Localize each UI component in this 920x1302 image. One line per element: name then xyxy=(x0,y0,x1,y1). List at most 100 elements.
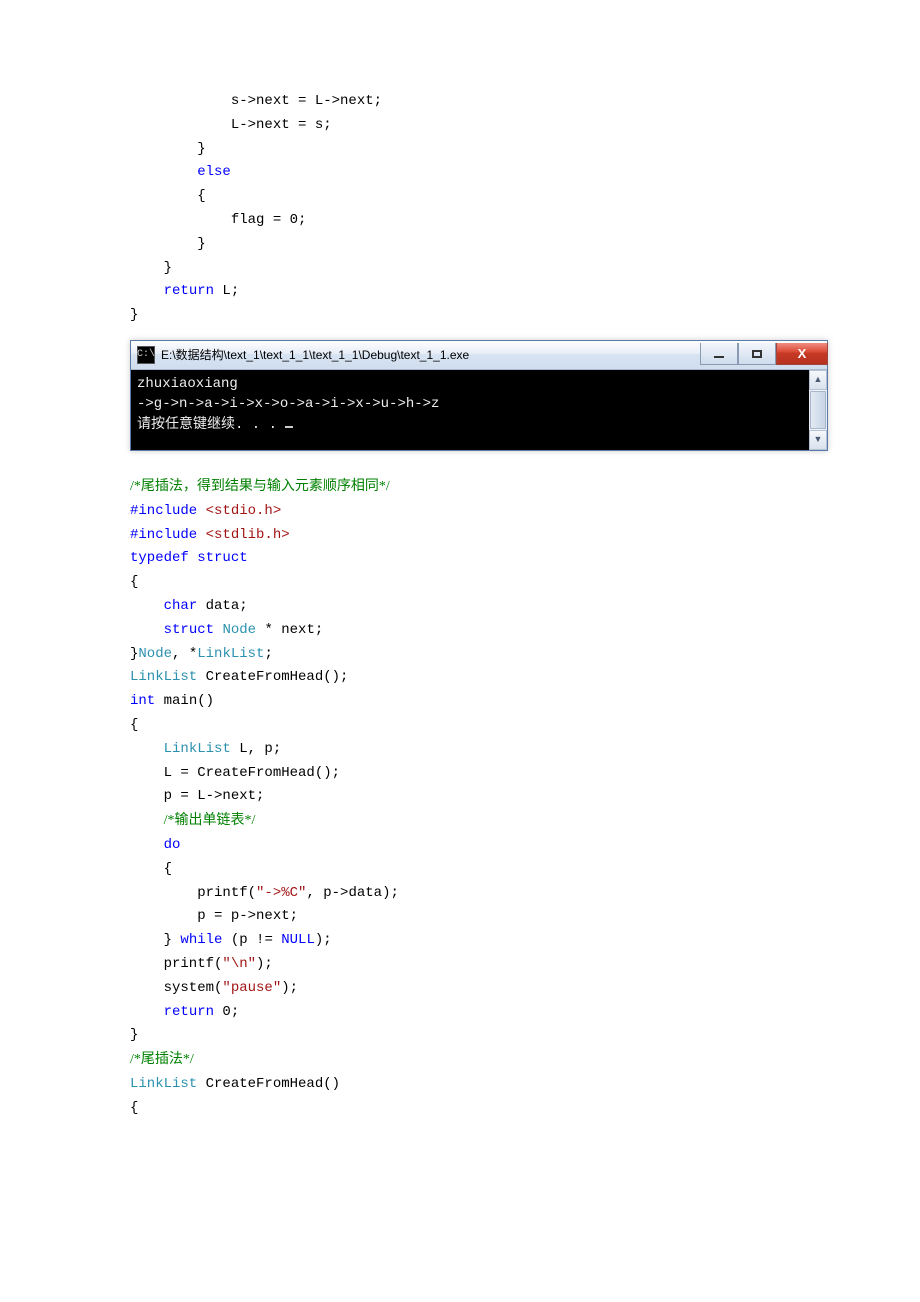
code-line: p = L->next; xyxy=(130,785,790,809)
code-line: { xyxy=(130,858,790,882)
code-text: (p != xyxy=(222,932,281,948)
console-body: zhuxiaoxiang ->g->n->a->i->x->o->a->i->x… xyxy=(131,370,827,450)
code-line: { xyxy=(130,714,790,738)
code-line: printf("->%C", p->data); xyxy=(130,882,790,906)
code-text: printf( xyxy=(130,956,222,972)
code-line: } xyxy=(130,304,790,328)
maximize-button[interactable] xyxy=(738,343,776,365)
string-literal: "pause" xyxy=(222,980,281,996)
code-line: int main() xyxy=(130,690,790,714)
code-text: system( xyxy=(130,980,222,996)
code-text: } xyxy=(130,932,180,948)
window-titlebar[interactable]: C:\ E:\数据结构\text_1\text_1_1\text_1_1\Deb… xyxy=(131,341,827,370)
code-line: flag = 0; xyxy=(130,209,790,233)
string-literal: "->%C" xyxy=(256,885,306,901)
code-line: LinkList L, p; xyxy=(130,738,790,762)
code-line: LinkList CreateFromHead(); xyxy=(130,666,790,690)
string-literal: "\n" xyxy=(222,956,256,972)
code-text: CreateFromHead(); xyxy=(197,669,348,685)
comment: /*输出单链表*/ xyxy=(164,813,256,828)
include-path: <stdlib.h> xyxy=(197,527,289,543)
cursor xyxy=(285,426,293,428)
type-name: LinkList xyxy=(164,741,231,757)
code-block-bottom: /*尾插法，得到结果与输入元素顺序相同*/ #include <stdio.h>… xyxy=(130,475,790,1121)
code-text: ); xyxy=(315,932,332,948)
type-name: Node xyxy=(222,622,256,638)
code-line: } while (p != NULL); xyxy=(130,929,790,953)
code-text: L, p; xyxy=(231,741,281,757)
code-text: , * xyxy=(172,646,197,662)
close-icon: X xyxy=(798,343,807,365)
code-line: return L; xyxy=(130,280,790,304)
code-line: { xyxy=(130,571,790,595)
type-name: LinkList xyxy=(130,1076,197,1092)
keyword-else: else xyxy=(197,164,231,180)
directive: #include xyxy=(130,527,197,543)
code-line: L = CreateFromHead(); xyxy=(130,762,790,786)
code-block-top: s->next = L->next; L->next = s; } else {… xyxy=(130,90,790,328)
code-line: LinkList CreateFromHead() xyxy=(130,1073,790,1097)
code-line: char data; xyxy=(130,595,790,619)
scroll-down-button[interactable]: ▼ xyxy=(809,430,827,450)
comment: /*尾插法，得到结果与输入元素顺序相同*/ xyxy=(130,479,390,494)
document-page: s->next = L->next; L->next = s; } else {… xyxy=(0,0,920,1302)
console-icon: C:\ xyxy=(137,346,155,364)
code-line: { xyxy=(130,1097,790,1121)
code-text: ); xyxy=(281,980,298,996)
code-text: , p->data); xyxy=(306,885,398,901)
minimize-button[interactable] xyxy=(700,343,738,365)
code-line: do xyxy=(130,834,790,858)
close-button[interactable]: X xyxy=(776,343,828,365)
keyword-while: while xyxy=(180,932,222,948)
code-line: L->next = s; xyxy=(130,114,790,138)
code-line: else xyxy=(130,161,790,185)
code-line: }Node, *LinkList; xyxy=(130,643,790,667)
scroll-thumb[interactable] xyxy=(810,391,826,429)
code-line: s->next = L->next; xyxy=(130,90,790,114)
code-line: printf("\n"); xyxy=(130,953,790,977)
keyword-null: NULL xyxy=(281,932,315,948)
console-line: zhuxiaoxiang xyxy=(137,376,238,392)
code-line: #include <stdlib.h> xyxy=(130,524,790,548)
keyword-int: int xyxy=(130,693,155,709)
comment: /*尾插法*/ xyxy=(130,1052,194,1067)
code-text: data; xyxy=(197,598,247,614)
code-line: typedef struct xyxy=(130,547,790,571)
code-text: main() xyxy=(155,693,214,709)
code-line: return 0; xyxy=(130,1001,790,1025)
keyword-return: return xyxy=(164,283,214,299)
code-line: } xyxy=(130,233,790,257)
code-line: struct Node * next; xyxy=(130,619,790,643)
scroll-up-button[interactable]: ▲ xyxy=(809,370,827,390)
console-line: 请按任意键继续. . . xyxy=(137,417,285,433)
console-window: C:\ E:\数据结构\text_1\text_1_1\text_1_1\Deb… xyxy=(130,340,828,451)
code-line: #include <stdio.h> xyxy=(130,500,790,524)
keyword-do: do xyxy=(164,837,181,853)
code-line: /*尾插法*/ xyxy=(130,1048,790,1073)
keyword-struct: struct xyxy=(164,622,214,638)
code-line: p = p->next; xyxy=(130,905,790,929)
scrollbar[interactable]: ▲ ▼ xyxy=(809,370,827,450)
code-text: 0; xyxy=(214,1004,239,1020)
directive: #include xyxy=(130,503,197,519)
code-line: /*输出单链表*/ xyxy=(130,809,790,834)
code-line: } xyxy=(130,138,790,162)
keyword-struct: struct xyxy=(197,550,247,566)
code-line: { xyxy=(130,185,790,209)
keyword-typedef: typedef xyxy=(130,550,189,566)
code-text: CreateFromHead() xyxy=(197,1076,340,1092)
console-output: zhuxiaoxiang ->g->n->a->i->x->o->a->i->x… xyxy=(131,370,809,450)
code-line: system("pause"); xyxy=(130,977,790,1001)
code-text: printf( xyxy=(130,885,256,901)
keyword-char: char xyxy=(164,598,198,614)
include-path: <stdio.h> xyxy=(197,503,281,519)
window-title: E:\数据结构\text_1\text_1_1\text_1_1\Debug\t… xyxy=(161,345,700,365)
code-text: L; xyxy=(214,283,239,299)
code-text: ); xyxy=(256,956,273,972)
console-line: ->g->n->a->i->x->o->a->i->x->u->h->z xyxy=(137,396,439,412)
code-line: } xyxy=(130,1024,790,1048)
code-text: ; xyxy=(264,646,272,662)
code-text: * next; xyxy=(256,622,323,638)
type-name: LinkList xyxy=(197,646,264,662)
keyword-return: return xyxy=(164,1004,214,1020)
